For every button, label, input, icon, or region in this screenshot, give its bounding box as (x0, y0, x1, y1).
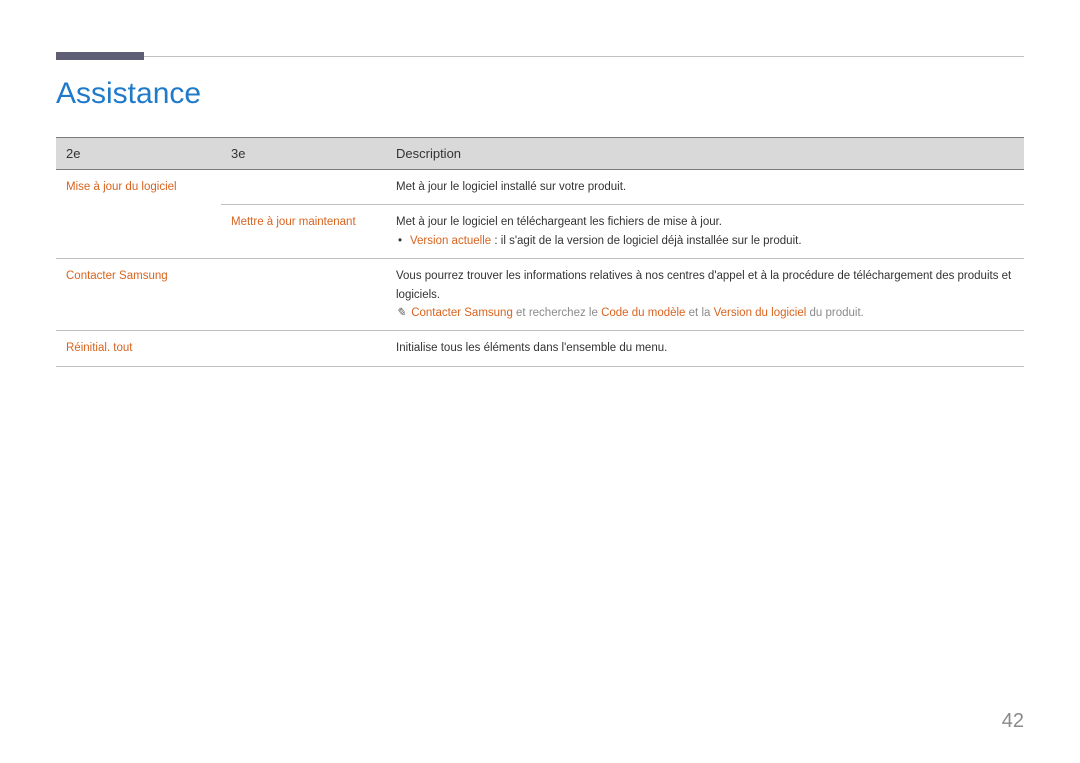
note-orange-3: Version du logiciel (714, 307, 807, 319)
table-row: Contacter Samsung Vous pourrez trouver l… (56, 259, 1024, 331)
header-3e: 3e (221, 138, 386, 170)
header-2e: 2e (56, 138, 221, 170)
note-gray-2: et la (685, 307, 713, 319)
cell-3e-empty (221, 170, 386, 205)
cell-2e-software-update: Mise à jour du logiciel (56, 170, 221, 259)
desc-note: ✎ Contacter Samsung et recherchez le Cod… (396, 304, 1014, 322)
table-row: Mise à jour du logiciel Met à jour le lo… (56, 170, 1024, 205)
page-number: 42 (1002, 710, 1024, 733)
header-description: Description (386, 138, 1024, 170)
document-page: Assistance 2e 3e Description Mise à jour… (0, 0, 1080, 367)
cell-2e-contact: Contacter Samsung (56, 259, 221, 331)
bullet-rest: : il s'agit de la version de logiciel dé… (491, 235, 801, 247)
cell-desc-reset: Initialise tous les éléments dans l'ense… (386, 331, 1024, 366)
cell-3e-empty (221, 331, 386, 366)
cell-desc-contact: Vous pourrez trouver les informations re… (386, 259, 1024, 331)
assistance-table: 2e 3e Description Mise à jour du logicie… (56, 137, 1024, 367)
table-header-row: 2e 3e Description (56, 138, 1024, 170)
desc-line: Vous pourrez trouver les informations re… (396, 267, 1014, 304)
cell-3e-empty (221, 259, 386, 331)
note-gray-3: du produit. (806, 307, 864, 319)
header-accent-bar (56, 52, 144, 60)
desc-line: Met à jour le logiciel en téléchargeant … (396, 213, 1014, 231)
page-title: Assistance (56, 77, 1024, 111)
cell-desc-software-update: Met à jour le logiciel installé sur votr… (386, 170, 1024, 205)
cell-desc-update-now: Met à jour le logiciel en téléchargeant … (386, 205, 1024, 259)
note-orange-1: Contacter Samsung (411, 307, 513, 319)
note-orange-2: Code du modèle (601, 307, 685, 319)
header-divider (56, 56, 1024, 57)
cell-3e-update-now: Mettre à jour maintenant (221, 205, 386, 259)
note-gray-1: et recherchez le (513, 307, 601, 319)
bullet-bold: Version actuelle (410, 235, 491, 247)
table-row: Réinitial. tout Initialise tous les élém… (56, 331, 1024, 366)
cell-2e-reset: Réinitial. tout (56, 331, 221, 366)
pen-icon: ✎ (396, 304, 408, 322)
desc-bullet: Version actuelle : il s'agit de la versi… (396, 232, 1014, 250)
